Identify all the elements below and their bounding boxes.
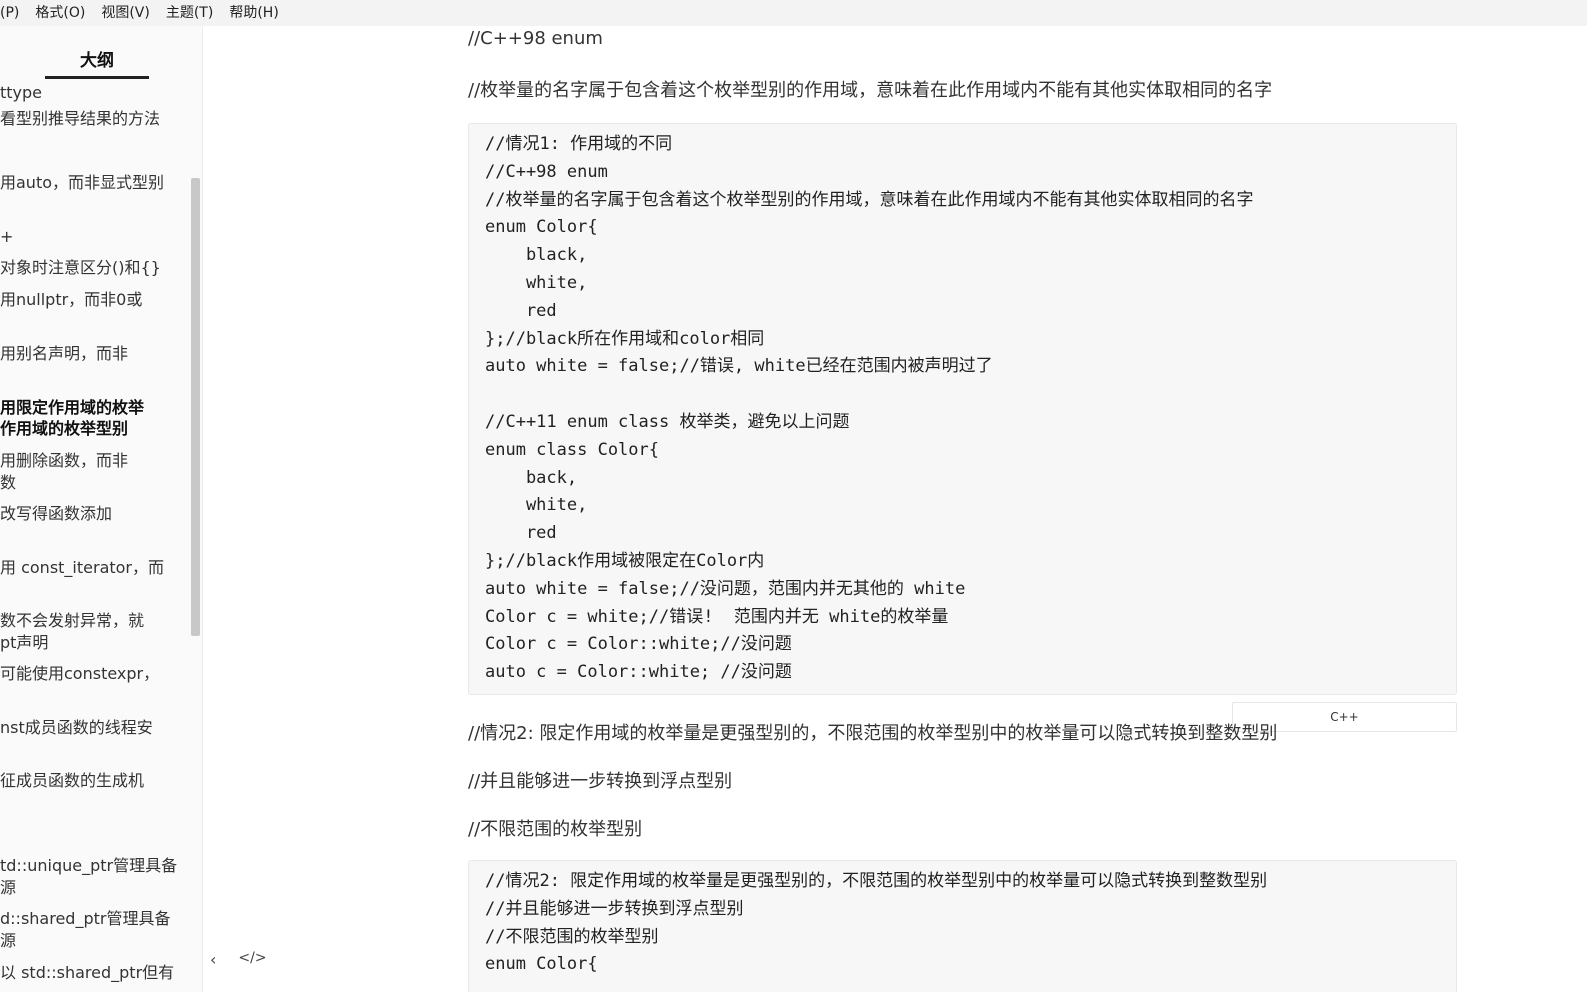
- outline-item[interactable]: nst成员函数的线程安: [0, 717, 190, 739]
- outline-item[interactable]: ttype: [0, 82, 190, 104]
- outline-item[interactable]: 用删除函数，而非: [0, 450, 190, 472]
- code-line: //并且能够进一步转换到浮点型别: [485, 898, 744, 919]
- code-line: Color c = Color::white;//没问题: [485, 634, 792, 655]
- outline-item[interactable]: pt声明: [0, 632, 190, 654]
- outline-item[interactable]: 改写得函数添加: [0, 503, 190, 525]
- paragraph-enum-scope: //枚举量的名字属于包含着这个枚举型别的作用域，意味着在此作用域内不能有其他实体…: [468, 80, 1273, 101]
- editor-content[interactable]: //C++98 enum //枚举量的名字属于包含着这个枚举型别的作用域，意味着…: [203, 26, 1587, 992]
- outline-item[interactable]: 征成员函数的生成机: [0, 770, 190, 792]
- outline-item[interactable]: 用 const_iterator，而: [0, 557, 190, 579]
- paragraph-float-conversion: //并且能够进一步转换到浮点型别: [468, 771, 733, 792]
- code-line: //情况2: 限定作用域的枚举量是更强型别的，不限范围的枚举型别中的枚举量可以隐…: [485, 871, 1268, 891]
- outline-item[interactable]: 以 std::shared_ptr但有: [0, 962, 190, 984]
- outline-item[interactable]: 看型别推导结果的方法: [0, 108, 190, 130]
- outline-item[interactable]: 用别名声明，而非: [0, 343, 190, 365]
- menu-item-help[interactable]: 帮助(H): [221, 0, 286, 26]
- code-line: white,: [485, 272, 588, 293]
- outline-item[interactable]: 数: [0, 472, 190, 494]
- code-line: Color c = white;//错误! 范围内并无 white的枚举量: [485, 606, 949, 627]
- code-line: };//black作用域被限定在Color内: [485, 550, 765, 571]
- outline-item[interactable]: 用限定作用域的枚举: [0, 397, 190, 419]
- code-line: auto white = false;//错误, white已经在范围内被声明过…: [485, 356, 993, 377]
- menu-item-theme[interactable]: 主题(T): [158, 0, 221, 26]
- outline-item[interactable]: 用auto，而非显式型别: [0, 172, 190, 194]
- code-line: //C++11 enum class 枚举类，避免以上问题: [485, 411, 850, 432]
- menu-item-format[interactable]: 格式(O): [27, 0, 93, 26]
- code-line: white,: [485, 495, 588, 516]
- code-line: auto c = Color::white; //没问题: [485, 662, 792, 683]
- code-line: //情况1: 作用域的不同: [485, 134, 673, 154]
- code-line: enum Color{: [485, 954, 598, 975]
- paragraph-case2: //情况2: 限定作用域的枚举量是更强型别的，不限范围的枚举型别中的枚举量可以隐…: [468, 723, 1278, 744]
- menu-item-paragraph[interactable]: (P): [0, 0, 27, 26]
- menu-item-view[interactable]: 视图(V): [93, 0, 158, 26]
- code-block-case1[interactable]: //情况1: 作用域的不同 //C++98 enum //枚举量的名字属于包含着这个…: [468, 123, 1457, 695]
- outline-item[interactable]: d::shared_ptr管理具备: [0, 908, 190, 930]
- code-line: back,: [485, 467, 578, 488]
- paragraph-unscoped-enum: //不限范围的枚举型别: [468, 819, 643, 840]
- outline-item[interactable]: 可能使用constexpr，: [0, 663, 190, 685]
- outline-item[interactable]: 源: [0, 930, 190, 952]
- code-line: //枚举量的名字属于包含着这个枚举型别的作用域，意味着在此作用域内不能有其他实体…: [485, 189, 1254, 210]
- code-line: //C++98 enum: [485, 161, 608, 182]
- outline-item[interactable]: td::unique_ptr管理具备: [0, 855, 190, 877]
- outline-item[interactable]: 数不会发射异常，就: [0, 610, 190, 632]
- code-block-case2[interactable]: //情况2: 限定作用域的枚举量是更强型别的，不限范围的枚举型别中的枚举量可以隐…: [468, 860, 1457, 992]
- menu-bar: (P) 格式(O) 视图(V) 主题(T) 帮助(H): [0, 0, 1587, 26]
- code-line: black,: [485, 245, 588, 266]
- code-line: auto white = false;//没问题，范围内并无其他的 white: [485, 578, 966, 599]
- code-line: enum class Color{: [485, 439, 659, 460]
- sidebar-scrollbar[interactable]: [191, 178, 200, 636]
- outline-item[interactable]: 对象时注意区分()和{}: [0, 257, 190, 279]
- code-line: red: [485, 523, 557, 544]
- outline-item[interactable]: 源: [0, 877, 190, 899]
- outline-tab-underline: [45, 76, 149, 79]
- outline-item[interactable]: +: [0, 226, 190, 248]
- paragraph-cpp98-enum: //C++98 enum: [468, 28, 603, 49]
- code-line: //不限范围的枚举型别: [485, 926, 659, 947]
- code-line: };//black所在作用域和color相同: [485, 328, 765, 349]
- outline-tab-title[interactable]: 大纲: [45, 46, 149, 71]
- code-line: enum Color{: [485, 217, 598, 238]
- code-line: red: [485, 300, 557, 321]
- outline-item[interactable]: 用nullptr，而非0或: [0, 289, 190, 311]
- outline-sidebar: 大纲 ttype 看型别推导结果的方法 用auto，而非显式型别 + 对象时注意区分()…: [0, 26, 203, 992]
- outline-item[interactable]: 作用域的枚举型别: [0, 418, 190, 440]
